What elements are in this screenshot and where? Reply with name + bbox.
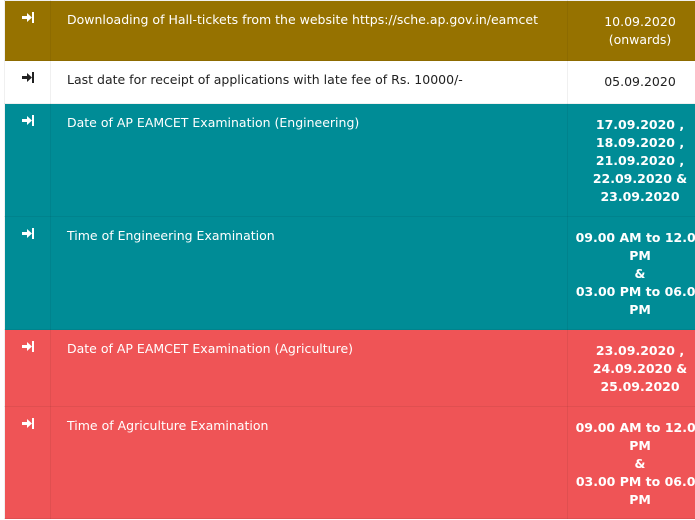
row-value: 09.00 AM to 12.00 PM & 03.00 PM to 06.00 PM [575, 420, 695, 507]
row-value: 23.09.2020 , 24.09.2020 & 25.09.2020 [592, 343, 688, 394]
row-label: Date of AP EAMCET Examination (Agricultu… [67, 341, 354, 356]
sign-in-icon [21, 11, 34, 26]
table-row: Time of Agriculture Examination 09.00 AM… [4, 406, 695, 519]
sign-in-icon [21, 340, 34, 355]
row-label: Last date for receipt of applications wi… [67, 72, 463, 87]
table-row: Last date for receipt of applications wi… [4, 60, 695, 104]
exam-schedule-table: Downloading of Hall-tickets from the web… [4, 0, 695, 519]
table-row: Date of AP EAMCET Examination (Agricultu… [4, 329, 695, 407]
row-label: Time of Engineering Examination [67, 228, 275, 243]
row-label: Date of AP EAMCET Examination (Engineeri… [67, 115, 360, 130]
row-label: Downloading of Hall-tickets from the web… [67, 12, 538, 27]
row-value: 09.00 AM to 12.00 PM & 03.00 PM to 06.00 PM [575, 230, 695, 317]
row-value: 17.09.2020 , 18.09.2020 , 21.09.2020 , 22.0… [592, 117, 688, 204]
sign-in-icon [21, 71, 34, 86]
row-value: 10.09.2020 (onwards) [604, 14, 676, 47]
sign-in-icon [21, 417, 34, 432]
table-row: Time of Engineering Examination 09.00 AM… [4, 216, 695, 330]
table-row: Date of AP EAMCET Examination (Engineeri… [4, 103, 695, 217]
sign-in-icon [21, 227, 34, 242]
table-row: Downloading of Hall-tickets from the web… [4, 0, 695, 61]
row-label: Time of Agriculture Examination [67, 418, 269, 433]
sign-in-icon [21, 114, 34, 129]
row-value: 05.09.2020 [604, 74, 676, 89]
